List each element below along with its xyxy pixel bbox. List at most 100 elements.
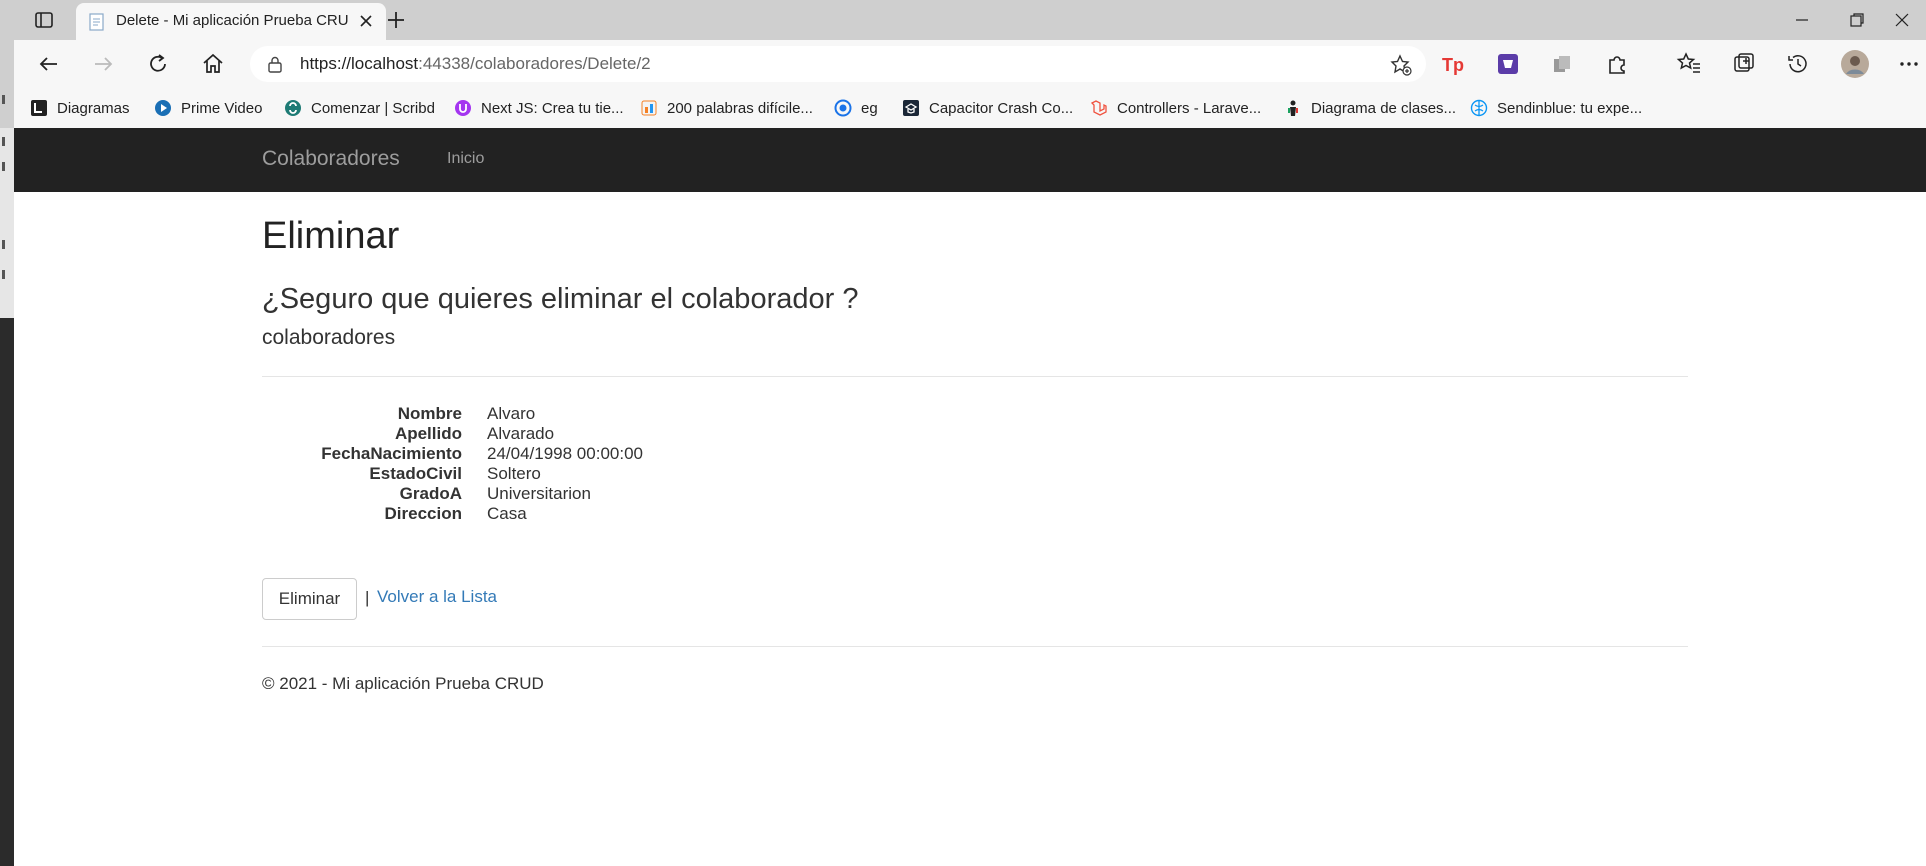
url-text[interactable]: https://localhost:44338/colaboradores/De… [300,54,651,74]
background-window-strip [0,0,14,866]
back-to-list-link[interactable]: Volver a la Lista [377,587,497,607]
bookmarks-bar: Diagramas Prime Video Comenzar | Scribd … [14,88,1926,128]
background-window-mark [2,162,5,171]
footer-divider [262,646,1688,647]
detail-label: EstadoCivil [369,464,462,483]
bookmark-label: Comenzar | Scribd [311,99,435,117]
detail-value: Universitarion [487,484,591,503]
new-tab-icon[interactable] [384,8,408,32]
url-path: :44338/colaboradores/Delete/2 [418,54,651,73]
background-window-panel-lower [0,128,14,318]
back-arrow-icon[interactable] [36,51,62,77]
background-window-mark [2,270,5,279]
bookmark-eg[interactable]: eg [834,98,878,118]
browser-tab[interactable]: Delete - Mi aplicación Prueba CRUD [76,3,386,40]
bookmark-label: Capacitor Crash Co... [929,99,1074,117]
detail-value: Soltero [487,464,541,483]
bookmark-scribd[interactable]: Comenzar | Scribd [284,98,435,118]
close-window-icon[interactable] [1892,10,1912,30]
bookmark-capacitor[interactable]: Capacitor Crash Co... [902,98,1073,118]
bookmark-label: Diagramas [57,99,130,117]
detail-label: Apellido [394,424,462,443]
confirm-question: ¿Seguro que quieres eliminar el colabora… [262,283,859,315]
lock-icon[interactable] [266,55,284,73]
restore-icon[interactable] [1847,10,1867,30]
bookmark-diagramas[interactable]: Diagramas [30,98,130,118]
background-window-mark [2,240,5,249]
bookmark-nextjs[interactable]: Next JS: Crea tu tie... [454,98,624,118]
detail-value: 24/04/1998 00:00:00 [487,444,643,463]
bookmark-label: Prime Video [181,99,263,117]
detail-row-direccion: Direccion Casa [262,504,1062,526]
profile-avatar-icon[interactable] [1840,49,1870,79]
bookmark-label: Sendinblue: tu expe... [1497,99,1643,117]
detail-label: FechaNacimiento [321,444,462,463]
bookmark-label: Next JS: Crea tu tie... [481,99,624,117]
sendinblue-icon [1470,99,1488,117]
tab-bar: Delete - Mi aplicación Prueba CRUD [14,0,1926,40]
separator: | [365,588,370,607]
bookmark-sendinblue[interactable]: Sendinblue: tu expe... [1470,98,1642,118]
collections-icon[interactable] [1731,51,1757,77]
forward-arrow-icon[interactable] [90,51,116,77]
detail-row-estado-civil: EstadoCivil Soltero [262,464,1062,486]
nav-link-inicio[interactable]: Inicio [447,150,484,168]
detail-value: Casa [487,504,527,523]
detail-row-apellido: Apellido Alvarado [262,424,1062,446]
capacitor-icon [903,100,919,116]
tp-extension-icon[interactable]: Tp [1440,51,1466,77]
background-window-mark [2,95,5,104]
purple-extension-icon[interactable] [1495,51,1521,77]
diagrama-clases-icon [1288,100,1298,116]
site-navbar: Colaboradores Inicio [14,128,1926,192]
delete-button[interactable]: Eliminar [262,578,357,620]
footer-text: © 2021 - Mi aplicación Prueba CRUD [262,674,544,693]
detail-value: Alvarado [487,424,555,443]
bookmark-label: 200 palabras difícile... [667,99,813,117]
add-favorite-icon[interactable] [1390,54,1412,76]
prime-video-icon [155,100,171,116]
detail-label: Nombre [397,404,462,423]
home-icon[interactable] [200,51,226,77]
browser-window: Delete - Mi aplicación Prueba CRUD https… [14,0,1926,866]
url-host: https://localhost [300,54,419,73]
history-icon[interactable] [1785,51,1811,77]
bookmark-label: eg [861,99,878,117]
detail-value: Alvaro [487,404,536,423]
bookmark-laravel[interactable]: Controllers - Larave... [1090,98,1261,118]
bookmark-label: Diagrama de clases... [1311,99,1457,117]
detail-row-fecha-nacimiento: FechaNacimiento 24/04/1998 00:00:00 [262,444,1062,466]
more-options-icon[interactable] [1896,51,1922,77]
tab-title: Delete - Mi aplicación Prueba CRUD [116,12,348,29]
site-brand-link[interactable]: Colaboradores [262,147,400,171]
bookmark-prime-video[interactable]: Prime Video [154,98,262,118]
detail-label: GradoA [399,484,462,503]
detail-row-nombre: Nombre Alvaro [262,404,1062,426]
page-title: Eliminar [262,215,400,257]
svg-text:Tp: Tp [1442,55,1464,75]
web-page: Colaboradores Inicio Eliminar ¿Seguro qu… [14,128,1926,866]
address-bar[interactable]: https://localhost:44338/colaboradores/De… [250,46,1426,82]
bookmark-diagrama-clases[interactable]: Diagrama de clases... [1284,98,1456,118]
detail-row-grado: GradoA Universitarion [262,484,1062,506]
copy-extension-icon[interactable] [1549,51,1575,77]
divider [262,376,1688,377]
extensions-puzzle-icon[interactable] [1604,51,1630,77]
tab-actions-icon[interactable] [34,10,54,30]
entity-subtitle: colaboradores [262,326,396,349]
close-tab-icon[interactable] [358,13,374,29]
bookmark-label: Controllers - Larave... [1117,99,1262,117]
bookmark-palabras[interactable]: 200 palabras difícile... [640,98,813,118]
minimize-icon[interactable] [1792,10,1812,30]
page-favicon-icon [89,13,104,31]
diagramas-icon [31,100,47,116]
detail-label: Direccion [384,504,462,523]
scribd-icon [285,100,301,116]
laravel-icon [1090,100,1107,116]
browser-toolbar: https://localhost:44338/colaboradores/De… [14,40,1926,88]
background-window-panel [0,0,14,128]
refresh-icon[interactable] [145,51,171,77]
palabras-icon [641,100,657,116]
favorites-icon[interactable] [1676,51,1702,77]
background-window-mark [2,137,5,146]
